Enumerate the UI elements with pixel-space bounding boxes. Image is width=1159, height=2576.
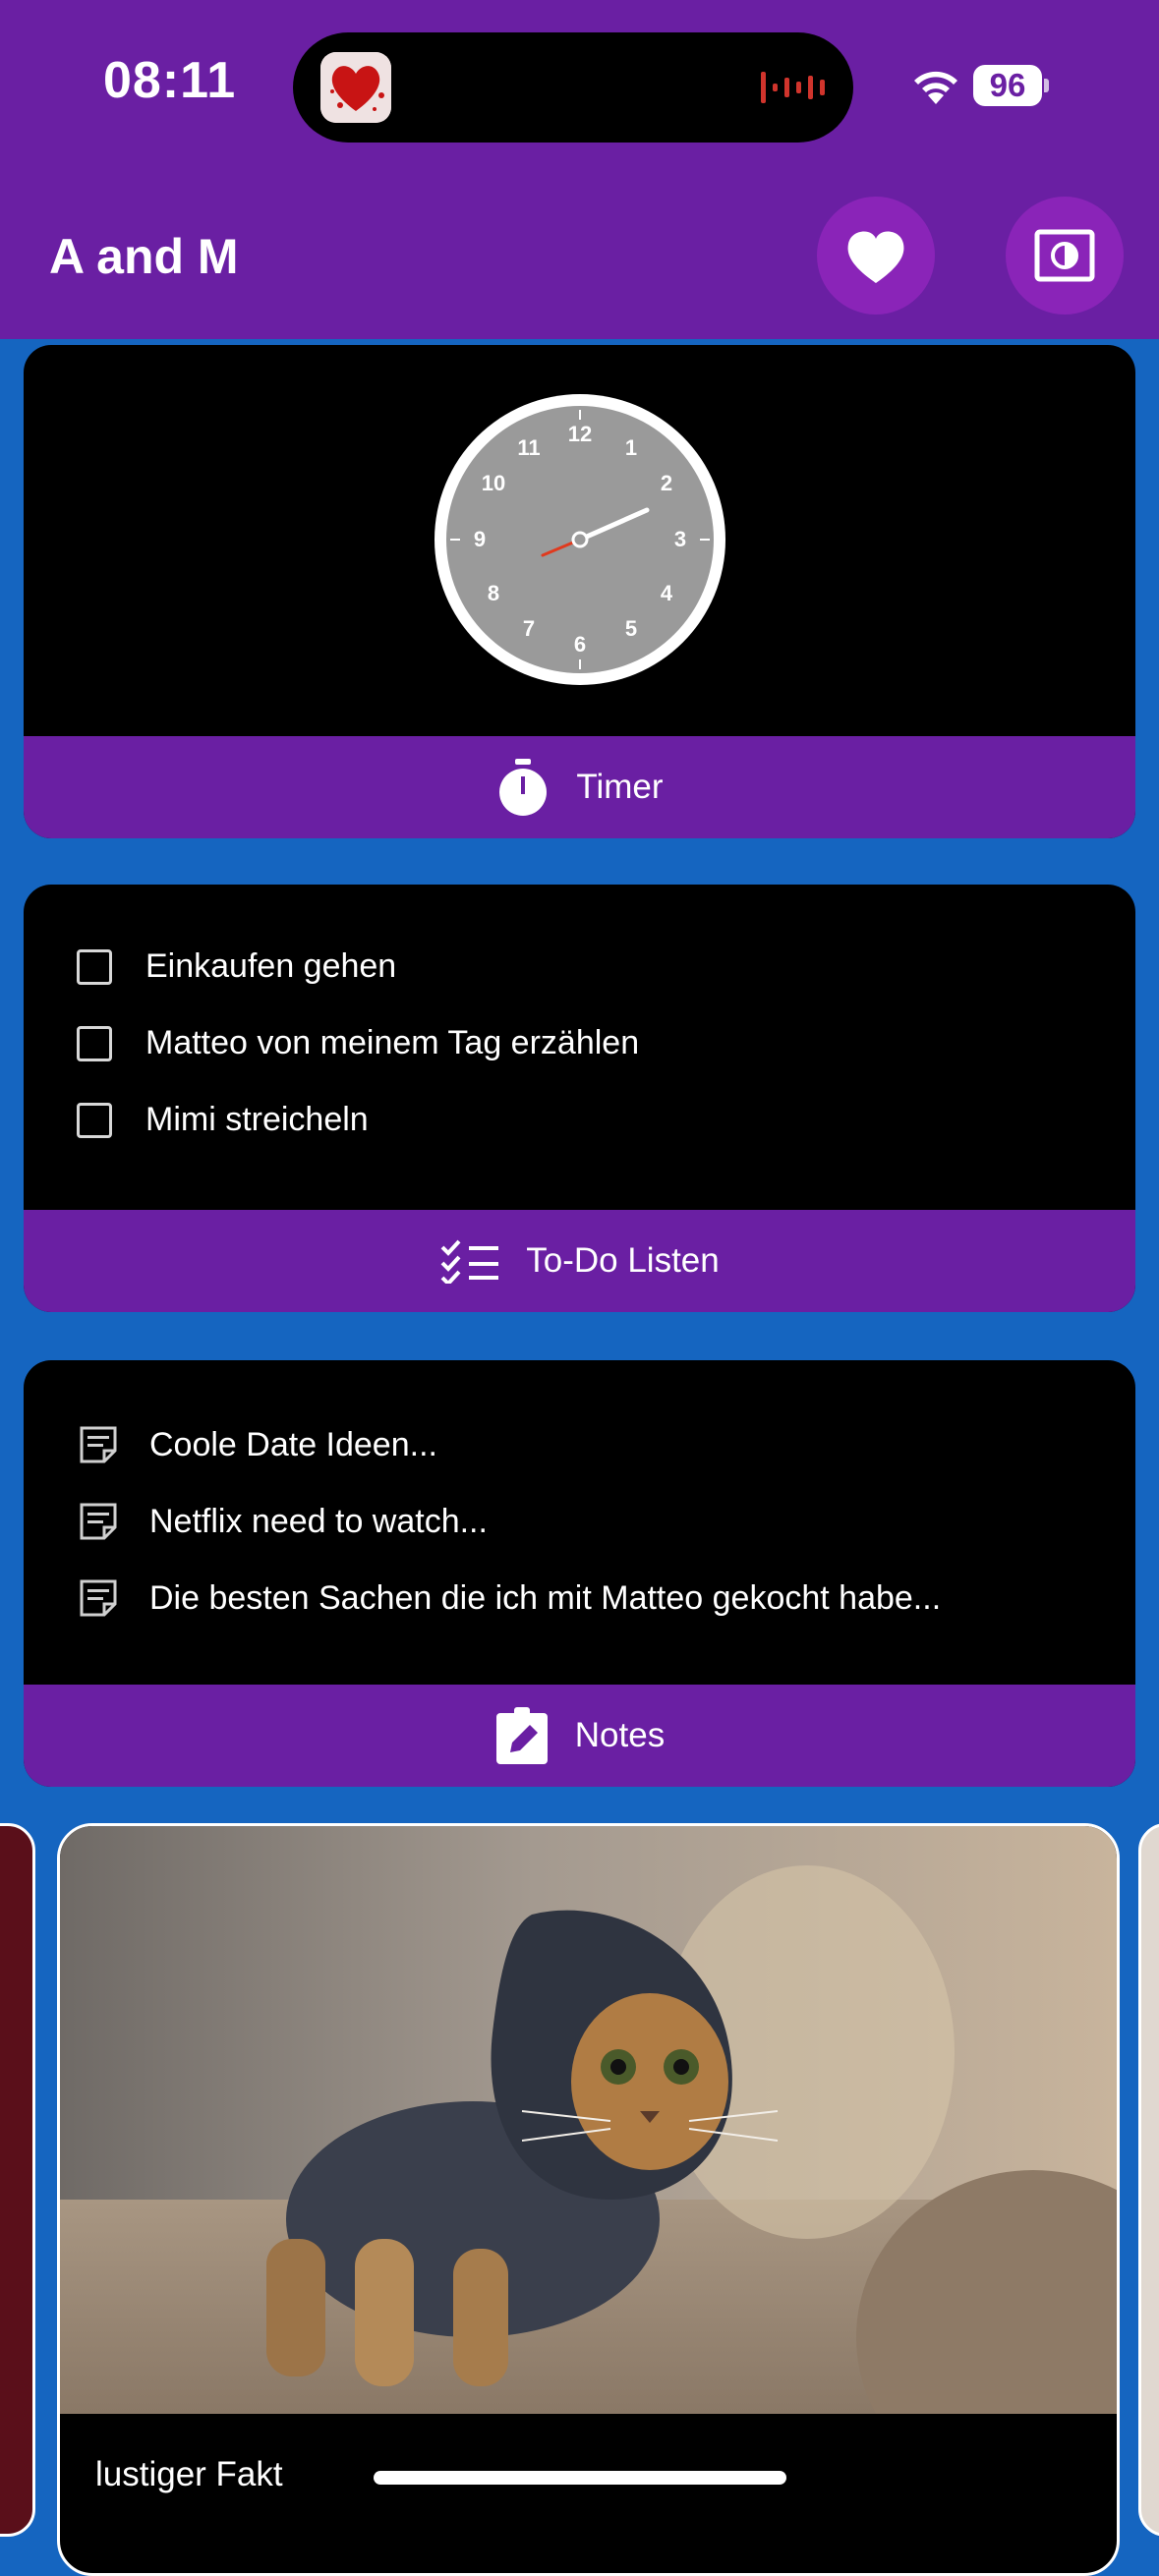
clock-number-3: 3 [674, 527, 686, 551]
clock-number-10: 10 [482, 471, 505, 495]
timer-button[interactable]: Timer [24, 736, 1135, 838]
now-playing-app-icon [320, 52, 391, 123]
note-item[interactable]: Die besten Sachen die ich mit Matteo gek… [77, 1576, 941, 1620]
checkbox[interactable] [77, 1025, 112, 1061]
timer-label: Timer [576, 768, 664, 806]
todo-item-label: Mimi streicheln [145, 1101, 369, 1138]
carousel-next-card[interactable] [1138, 1823, 1159, 2537]
todo-item-label: Einkaufen gehen [145, 947, 397, 985]
notes-button[interactable]: Notes [24, 1685, 1135, 1787]
todo-lists-label: To-Do Listen [526, 1241, 720, 1280]
app-title: A and M [49, 229, 239, 284]
note-icon [80, 1579, 117, 1617]
status-time: 08:11 [103, 52, 237, 109]
battery-level: 96 [973, 65, 1042, 106]
favorite-button[interactable] [817, 197, 935, 315]
theme-toggle-button[interactable] [1006, 197, 1124, 315]
checklist-icon [440, 1239, 499, 1284]
todo-item[interactable]: Einkaufen gehen [77, 947, 396, 986]
clock-number-1: 1 [625, 435, 637, 460]
battery-icon: 96 [973, 65, 1050, 106]
photo-caption: lustiger Fakt [95, 2455, 283, 2493]
heart-icon [847, 231, 904, 283]
clock-number-7: 7 [523, 616, 535, 641]
clock-number-5: 5 [625, 616, 637, 641]
todo-lists-button[interactable]: To-Do Listen [24, 1210, 1135, 1312]
carousel-current-card[interactable]: lustiger Fakt [57, 1823, 1120, 2576]
note-item-label: Coole Date Ideen... [149, 1425, 437, 1463]
analog-clock: 12 1 2 3 4 5 6 7 8 9 10 11 [433, 392, 727, 687]
note-icon [80, 1426, 117, 1463]
checkbox[interactable] [77, 1102, 112, 1138]
cat-photo [60, 1826, 1117, 2414]
note-item[interactable]: Coole Date Ideen... [77, 1423, 437, 1466]
wifi-icon [908, 65, 963, 108]
audio-activity-icon [761, 66, 826, 109]
clock-number-11: 11 [517, 435, 540, 460]
clock-number-12: 12 [568, 422, 592, 446]
clock-number-6: 6 [574, 632, 586, 657]
clock-number-8: 8 [488, 581, 499, 605]
home-indicator[interactable] [374, 2471, 786, 2485]
notes-card: Coole Date Ideen... Netflix need to watc… [24, 1360, 1135, 1787]
clock-number-9: 9 [474, 527, 486, 551]
todo-item-label: Matteo von meinem Tag erzählen [145, 1024, 640, 1061]
todo-item[interactable]: Mimi streicheln [77, 1101, 369, 1139]
note-edit-icon [495, 1707, 548, 1764]
brightness-icon [1034, 229, 1095, 282]
note-item[interactable]: Netflix need to watch... [77, 1500, 488, 1543]
clock-number-4: 4 [661, 581, 673, 605]
dynamic-island[interactable] [293, 32, 853, 143]
note-item-label: Die besten Sachen die ich mit Matteo gek… [149, 1578, 942, 1617]
clock-number-2: 2 [661, 471, 672, 495]
notes-label: Notes [574, 1716, 666, 1754]
note-icon [80, 1503, 117, 1540]
checkbox[interactable] [77, 948, 112, 985]
timer-icon [499, 759, 548, 816]
todo-card: Einkaufen gehen Matteo von meinem Tag er… [24, 885, 1135, 1312]
clock-card: 12 1 2 3 4 5 6 7 8 9 10 11 Timer [24, 345, 1135, 838]
carousel-previous-card[interactable] [0, 1823, 35, 2537]
todo-item[interactable]: Matteo von meinem Tag erzählen [77, 1024, 639, 1062]
note-item-label: Netflix need to watch... [149, 1502, 488, 1540]
